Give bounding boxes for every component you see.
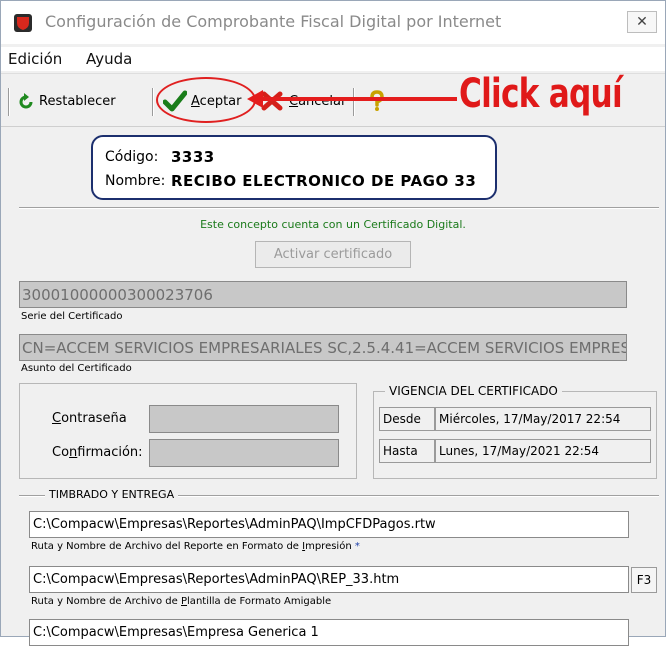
codigo-value: 3333 (171, 148, 215, 166)
concept-info-box: Código: 3333 Nombre: RECIBO ELECTRONICO … (91, 135, 497, 200)
asunto-certificado-label: Asunto del Certificado (21, 363, 132, 374)
title-bar: Configuración de Comprobante Fiscal Digi… (1, 1, 665, 44)
f3-browse-button[interactable]: F3 (631, 567, 657, 593)
codigo-label: Código: (105, 149, 159, 165)
contrasena-label: Contraseña (52, 411, 127, 426)
desde-label: Desde (379, 407, 435, 431)
toolbar-separator (8, 88, 9, 116)
restablecer-button[interactable]: Restablecer (15, 87, 149, 115)
app-shield-icon (14, 14, 32, 32)
confirmacion-label: Confirmación: (52, 445, 143, 460)
annotation-arrow-head (247, 90, 263, 108)
plantilla-path-input[interactable]: C:\Compacw\Empresas\Reportes\AdminPAQ\RE… (29, 566, 629, 593)
window-title: Configuración de Comprobante Fiscal Digi… (45, 12, 502, 31)
serie-certificado-label: Serie del Certificado (21, 311, 123, 322)
reporte-path-label: Ruta y Nombre de Archivo del Reporte en … (31, 541, 360, 552)
confirmacion-input[interactable] (149, 439, 339, 467)
annotation-arrow-line (259, 97, 457, 101)
nombre-value: RECIBO ELECTRONICO DE PAGO 33 (171, 172, 477, 190)
help-question-icon (370, 90, 384, 111)
nombre-label: Nombre: (105, 173, 166, 189)
annotation-click-text: Click aquí (459, 71, 623, 117)
serie-certificado-field: 30001000000300023706 (19, 281, 627, 308)
desde-value: Miércoles, 17/May/2017 22:54 (435, 407, 651, 431)
close-button[interactable]: ✕ (627, 11, 657, 33)
empresa-path-input[interactable]: C:\Compacw\Empresas\Empresa Generica 1 (29, 619, 629, 646)
restablecer-label: Restablecer (39, 94, 116, 109)
required-mark: * (354, 541, 360, 552)
vigencia-title: VIGENCIA DEL CERTIFICADO (385, 384, 562, 398)
reporte-path-input[interactable]: C:\Compacw\Empresas\Reportes\AdminPAQ\Im… (29, 511, 629, 538)
vigencia-group (373, 391, 657, 479)
menu-edicion[interactable]: Edición (8, 50, 62, 68)
certificate-message: Este concepto cuenta con un Certificado … (200, 218, 466, 231)
annotation-ellipse (156, 77, 256, 123)
asunto-certificado-field: CN=ACCEM SERVICIOS EMPRESARIALES SC,2.5.… (19, 334, 627, 361)
hasta-value: Lunes, 17/May/2021 22:54 (435, 439, 651, 463)
toolbar-separator (152, 88, 153, 116)
hasta-label: Hasta (379, 439, 435, 463)
menu-ayuda[interactable]: Ayuda (86, 50, 132, 68)
activar-certificado-button[interactable]: Activar certificado (255, 241, 411, 268)
cancel-x-icon (261, 91, 283, 111)
divider (19, 207, 659, 208)
cancelar-button[interactable]: Cancelar (261, 87, 351, 115)
contrasena-input[interactable] (149, 405, 339, 433)
help-button[interactable] (365, 87, 391, 115)
toolbar-separator (353, 88, 354, 116)
plantilla-path-label: Ruta y Nombre de Archivo de Plantilla de… (31, 596, 332, 607)
config-window: Configuración de Comprobante Fiscal Digi… (0, 0, 666, 646)
menu-bar: Edición Ayuda (1, 47, 665, 71)
timbrado-title: TIMBRADO Y ENTREGA (45, 488, 179, 501)
refresh-icon (19, 93, 33, 109)
